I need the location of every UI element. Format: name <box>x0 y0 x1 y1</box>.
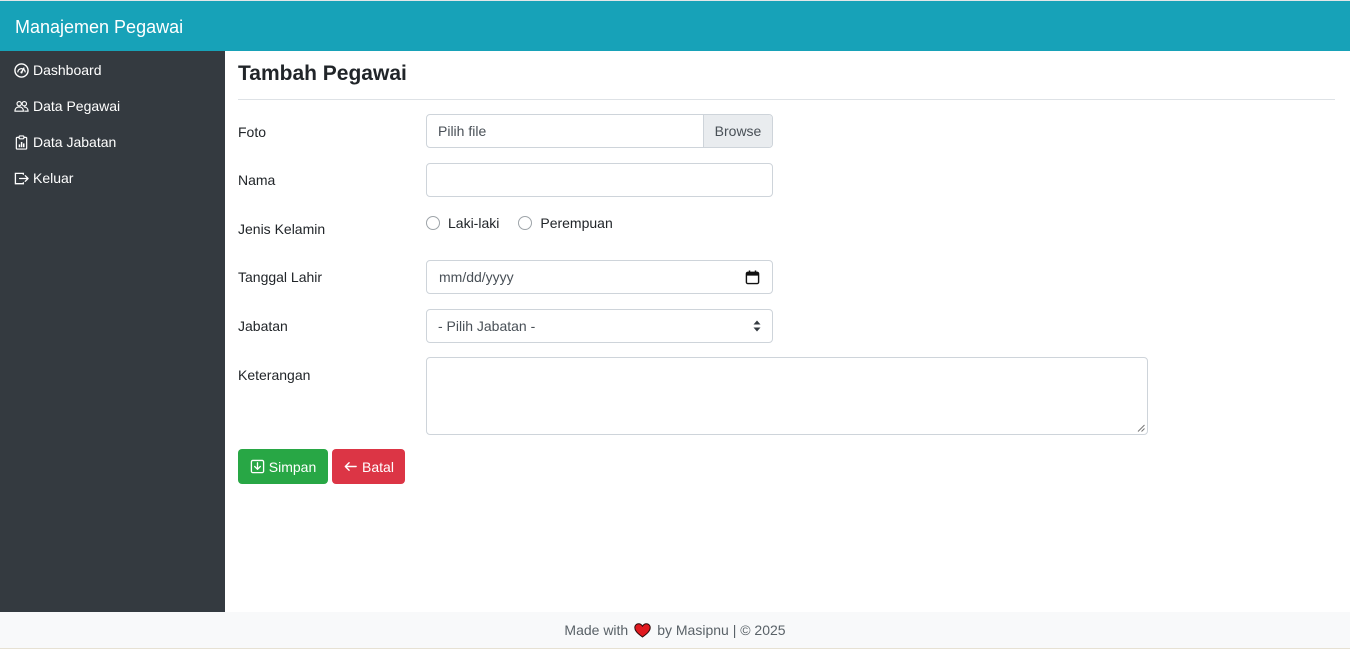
keterangan-label: Keterangan <box>238 367 311 383</box>
page-title: Tambah Pegawai <box>238 62 407 85</box>
clipboard-chart-icon <box>15 134 28 150</box>
foto-label: Foto <box>238 124 267 140</box>
heart-icon <box>634 622 651 638</box>
batal-label: Batal <box>362 458 394 475</box>
download-save-icon <box>250 459 265 474</box>
sidebar-item-label: Keluar <box>33 170 74 186</box>
jabatan-select[interactable]: - Pilih Jabatan - <box>426 309 773 343</box>
keterangan-textarea[interactable] <box>426 357 1148 435</box>
sidebar-item-keluar[interactable]: Keluar <box>14 168 73 188</box>
main-content: Tambah Pegawai Foto Pilih file Browse Na… <box>225 51 1350 612</box>
nama-input[interactable] <box>426 163 773 197</box>
radio-label-laki-laki[interactable]: Laki-laki <box>448 215 499 231</box>
radio-laki-laki[interactable] <box>426 216 440 230</box>
top-navbar: Manajemen Pegawai <box>0 0 1350 51</box>
arrow-left-icon <box>344 462 357 471</box>
jabatan-label: Jabatan <box>238 318 288 334</box>
footer-prefix: Made with <box>564 622 629 638</box>
sidebar-item-dashboard[interactable]: Dashboard <box>14 60 102 80</box>
sidebar: Dashboard Data Pegawai Data Jabatan Kelu… <box>0 51 225 612</box>
simpan-label: Simpan <box>268 458 317 475</box>
people-icon <box>14 100 29 112</box>
radio-perempuan[interactable] <box>518 216 533 230</box>
jenis-kelamin-radio-group: Laki-laki Perempuan <box>426 214 632 232</box>
file-placeholder: Pilih file <box>438 123 487 139</box>
sidebar-item-label: Dashboard <box>33 62 102 78</box>
calendar-icon[interactable] <box>745 270 760 285</box>
simpan-button[interactable]: Simpan <box>238 449 328 484</box>
sidebar-item-data-pegawai[interactable]: Data Pegawai <box>14 96 120 116</box>
radio-label-perempuan[interactable]: Perempuan <box>540 215 612 231</box>
sidebar-item-label: Data Jabatan <box>33 134 117 150</box>
sidebar-item-label: Data Pegawai <box>33 98 121 114</box>
footer: Made with by Masipnu | © 2025 <box>0 612 1350 649</box>
select-updown-icon <box>753 320 761 332</box>
jenis-kelamin-label: Jenis Kelamin <box>238 221 326 237</box>
app-brand[interactable]: Manajemen Pegawai <box>15 16 183 38</box>
resize-grip-icon[interactable] <box>1137 424 1145 432</box>
date-placeholder: mm/dd/yyyy <box>439 269 514 285</box>
footer-suffix: by Masipnu | © 2025 <box>657 622 786 638</box>
tanggal-lahir-label: Tanggal Lahir <box>238 269 323 285</box>
nama-label: Nama <box>238 172 276 188</box>
dashboard-gauge-icon <box>14 62 29 78</box>
tanggal-lahir-input[interactable]: mm/dd/yyyy <box>426 260 773 294</box>
batal-button[interactable]: Batal <box>332 449 405 484</box>
logout-icon <box>14 172 29 184</box>
sidebar-item-data-jabatan[interactable]: Data Jabatan <box>14 132 116 152</box>
foto-file-input[interactable]: Pilih file Browse <box>426 114 773 148</box>
select-value: - Pilih Jabatan - <box>438 318 536 334</box>
title-divider <box>238 99 1335 100</box>
browse-button[interactable]: Browse <box>703 115 772 147</box>
